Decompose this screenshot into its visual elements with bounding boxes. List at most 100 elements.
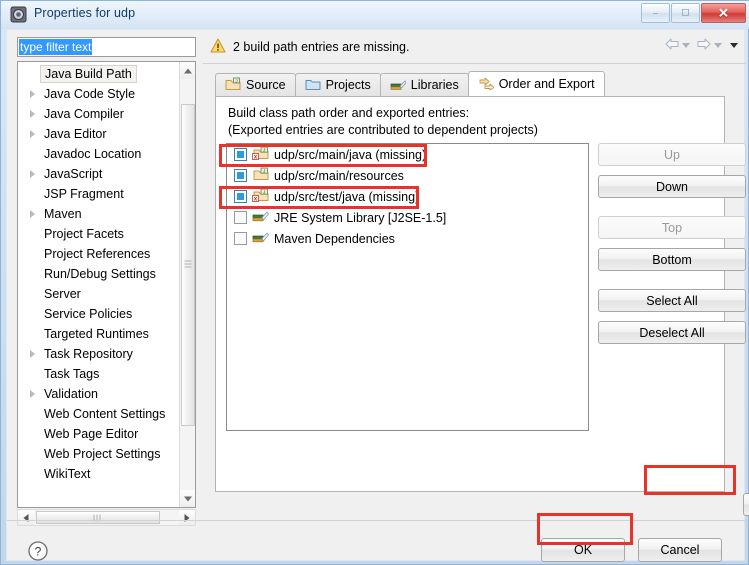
sidebar-item-validation[interactable]: Validation [18,384,178,404]
sidebar-item-service-policies[interactable]: Service Policies [18,304,178,324]
button-group-gap [598,207,748,216]
export-checkbox[interactable] [234,148,247,161]
sidebar-item-web-content-settings[interactable]: Web Content Settings [18,404,178,424]
scroll-right-arrow-icon[interactable] [179,510,195,525]
help-question-icon[interactable]: ? [27,540,49,562]
cancel-button[interactable]: Cancel [638,538,722,562]
sidebar-item-label: Service Policies [44,307,133,321]
classpath-entry-row[interactable]: Jx udp/src/test/java (missing) [227,186,588,207]
maximize-icon: □ [682,6,689,19]
sidebar-item-label: Java Editor [44,127,107,141]
apply-button[interactable]: Apply [743,493,749,516]
sidebar-item-task-repository[interactable]: Task Repository [18,344,178,364]
window-title: Properties for udp [34,6,136,20]
horizontal-scrollbar-thumb[interactable] [36,511,160,524]
classpath-entry-row[interactable]: Maven Dependencies [227,228,588,249]
tab-projects[interactable]: Projects [294,73,381,96]
back-arrow-icon[interactable] [664,37,680,54]
sidebar-item-java-compiler[interactable]: Java Compiler [18,104,178,124]
expand-arrow-icon[interactable] [30,390,35,398]
vertical-scrollbar-thumb[interactable] [181,104,195,426]
classpath-entry-row[interactable]: JRE System Library [J2SE-1.5] [227,207,588,228]
sidebar-item-java-code-style[interactable]: Java Code Style [18,84,178,104]
sidebar-item-label: Run/Debug Settings [44,267,156,281]
properties-dialog-window: Properties for udp – □ ✕ type filter tex… [0,0,749,565]
sidebar-item-task-tags[interactable]: Task Tags [18,364,178,384]
sidebar-item-wikitext[interactable]: WikiText [18,464,178,484]
sidebar-item-maven[interactable]: Maven [18,204,178,224]
expand-arrow-icon[interactable] [30,350,35,358]
sidebar-item-label: Web Project Settings [44,447,161,461]
cancel-button-wrap: Cancel [638,538,722,562]
library-icon [252,230,269,247]
tab-libraries[interactable]: Libraries [379,73,469,96]
libraries-icon [390,77,407,94]
maximize-button[interactable]: □ [671,3,700,23]
scroll-up-arrow-icon[interactable] [180,62,195,79]
sidebar-item-server[interactable]: Server [18,284,178,304]
classpath-entry-list[interactable]: Jx udp/src/main/java (missing) Judp/src/ma… [226,143,589,431]
scroll-left-arrow-icon[interactable] [18,510,34,525]
minimize-button[interactable]: – [641,3,670,23]
tree-horizontal-scrollbar[interactable] [17,509,196,526]
sidebar-item-label: Server [44,287,81,301]
sidebar-item-run-debug-settings[interactable]: Run/Debug Settings [18,264,178,284]
expand-arrow-icon[interactable] [30,210,35,218]
expand-arrow-icon[interactable] [30,170,35,178]
sidebar-item-web-page-editor[interactable]: Web Page Editor [18,424,178,444]
sidebar-item-label: Task Tags [44,367,100,381]
sidebar-item-label: Java Build Path [40,65,137,83]
back-menu-chevron-down-icon[interactable] [682,43,690,48]
tree-vertical-scrollbar[interactable] [179,62,195,507]
export-checkbox[interactable] [234,169,247,182]
sidebar-item-label: Maven [44,207,82,221]
sidebar-item-project-references[interactable]: Project References [18,244,178,264]
sidebar-item-project-facets[interactable]: Project Facets [18,224,178,244]
classpath-entry-label: Maven Dependencies [274,231,395,246]
filter-input[interactable] [17,37,196,57]
sidebar-item-javascript[interactable]: JavaScript [18,164,178,184]
classpath-entry-row[interactable]: Judp/src/main/resources [227,165,588,186]
forward-arrow-icon[interactable] [696,37,712,54]
tab-source[interactable]: J Source [215,73,296,96]
sidebar-item-jsp-fragment[interactable]: JSP Fragment [18,184,178,204]
settings-tree-list: Java Build Path Java Code Style Java Compi… [18,64,178,484]
view-menu-chevron-down-icon[interactable] [730,43,738,48]
classpath-entry-row[interactable]: Jx udp/src/main/java (missing) [227,144,588,165]
deselect-all-button[interactable]: Deselect All [598,321,746,344]
sidebar-item-label: Java Code Style [44,87,136,101]
source-folder-error-icon: Jx [252,146,269,163]
close-button[interactable]: ✕ [701,3,746,23]
sidebar-item-java-build-path[interactable]: Java Build Path [18,64,178,84]
sidebar-item-label: Targeted Runtimes [44,327,149,341]
export-checkbox[interactable] [234,190,247,203]
ok-button-wrap: OK [541,538,625,562]
forward-menu-chevron-down-icon[interactable] [714,43,722,48]
export-checkbox[interactable] [234,232,247,245]
tab-order-and-export[interactable]: Order and Export [467,71,605,96]
expand-arrow-icon[interactable] [30,90,35,98]
settings-tree[interactable]: Java Build Path Java Code Style Java Compi… [17,61,196,508]
footer-divider [7,520,746,521]
sidebar-item-javadoc-location[interactable]: Javadoc Location [18,144,178,164]
sidebar-item-targeted-runtimes[interactable]: Targeted Runtimes [18,324,178,344]
sidebar-item-java-editor[interactable]: Java Editor [18,124,178,144]
ok-button[interactable]: OK [541,538,625,562]
select-all-button[interactable]: Select All [598,289,746,312]
lead-line-1: Build class path order and exported entr… [228,106,470,120]
export-checkbox[interactable] [234,211,247,224]
classpath-entry-label: udp/src/main/java (missing) [274,147,427,162]
scroll-down-arrow-icon[interactable] [180,490,195,507]
minimize-icon: – [652,7,659,18]
tab-label: Libraries [410,78,459,92]
down-button[interactable]: Down [598,175,746,198]
navigation-arrows [664,37,738,54]
order-and-export-panel: Build class path order and exported entr… [215,97,746,492]
title-bar[interactable]: Properties for udp – □ ✕ [1,1,749,29]
sidebar-item-web-project-settings[interactable]: Web Project Settings [18,444,178,464]
expand-arrow-icon[interactable] [30,110,35,118]
expand-arrow-icon[interactable] [30,130,35,138]
tab-bar: J Source Projects Libraries Order and Export [215,71,605,96]
eclipse-properties-icon [10,6,27,23]
bottom-button[interactable]: Bottom [598,248,746,271]
